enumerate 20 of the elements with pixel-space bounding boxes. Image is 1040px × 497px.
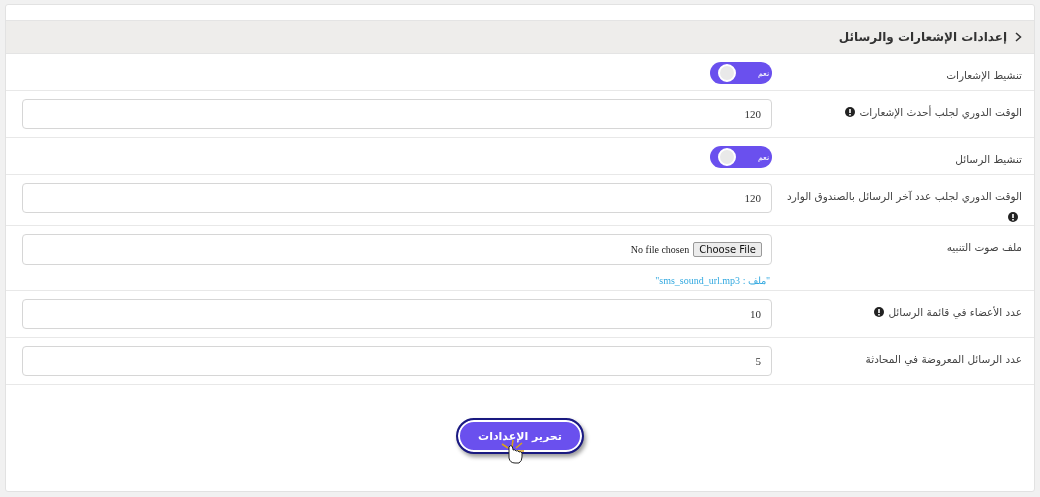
setting-label: ملف صوت التنبيه bbox=[946, 240, 1022, 256]
setting-label: الوقت الدوري لجلب عدد آخر الرسائل بالصندوق الوارد bbox=[787, 189, 1022, 205]
panel-header[interactable]: إعدادات الإشعارات والرسائل bbox=[6, 20, 1034, 54]
panel-title: إعدادات الإشعارات والرسائل bbox=[838, 30, 1007, 44]
number-field[interactable]: 120 bbox=[22, 183, 772, 213]
toggle-switch[interactable]: نعم bbox=[710, 146, 772, 168]
chevron-icon bbox=[1015, 32, 1022, 42]
number-field[interactable]: 5 bbox=[22, 346, 772, 376]
number-field[interactable]: 10 bbox=[22, 299, 772, 329]
file-status: No file chosen bbox=[630, 244, 690, 255]
setting-label: عدد الرسائل المعروضة في المحادثة bbox=[865, 352, 1022, 368]
file-note: "ملف : sms_sound_url.mp3" bbox=[654, 275, 770, 286]
number-field[interactable]: 120 bbox=[22, 99, 772, 129]
setting-label: عدد الأعضاء في قائمة الرسائل bbox=[888, 305, 1022, 321]
setting-label: تنشيط الإشعارات bbox=[946, 68, 1022, 84]
save-settings-button[interactable]: تحرير الإعدادات bbox=[456, 418, 584, 454]
choose-file-button[interactable]: Choose File bbox=[693, 242, 762, 257]
setting-label: الوقت الدوري لجلب أحدث الإشعارات bbox=[859, 104, 1022, 121]
setting-label: تنشيط الرسائل bbox=[955, 152, 1022, 168]
toggle-switch[interactable]: نعم bbox=[710, 62, 772, 84]
